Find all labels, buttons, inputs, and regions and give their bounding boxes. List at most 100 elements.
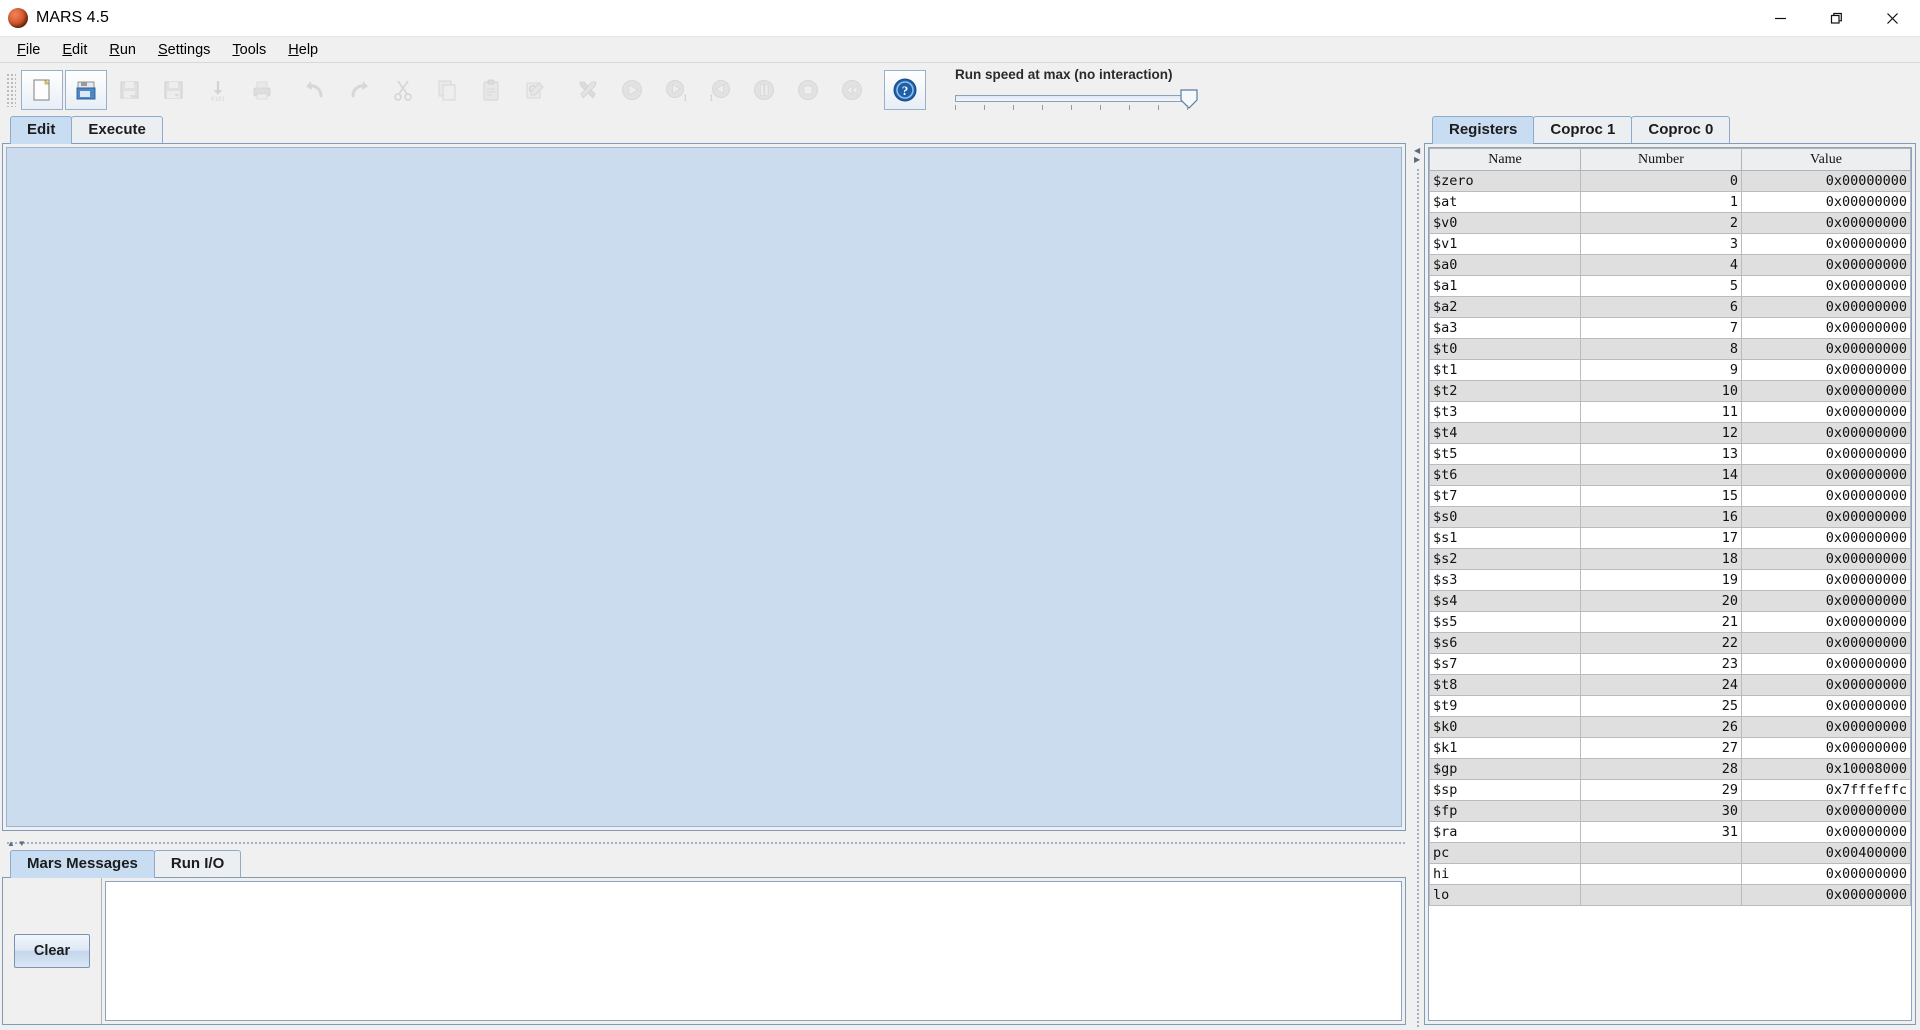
menu-tools[interactable]: Tools bbox=[221, 38, 277, 62]
print-button[interactable] bbox=[241, 70, 283, 110]
table-row[interactable]: $gp 28 0x10008000 bbox=[1429, 758, 1911, 780]
register-value-cell[interactable]: 0x00000000 bbox=[1741, 590, 1911, 612]
register-value-cell[interactable]: 0x00400000 bbox=[1741, 842, 1911, 864]
table-row[interactable]: $s1 17 0x00000000 bbox=[1429, 527, 1911, 549]
register-value-cell[interactable]: 0x00000000 bbox=[1741, 401, 1911, 423]
registers-scroll-area[interactable]: Name Number Value $zero 0 0x00000000 $at 1 0x… bbox=[1428, 147, 1912, 1021]
register-value-cell[interactable]: 0x00000000 bbox=[1741, 674, 1911, 696]
register-value-cell[interactable]: 0x00000000 bbox=[1741, 275, 1911, 297]
backstep-button[interactable]: 1 bbox=[699, 70, 741, 110]
clear-button[interactable]: Clear bbox=[14, 934, 90, 968]
menu-run[interactable]: Run bbox=[98, 38, 147, 62]
editor-text-area[interactable] bbox=[6, 147, 1402, 827]
maximize-button[interactable] bbox=[1808, 0, 1864, 36]
table-row[interactable]: $v1 3 0x00000000 bbox=[1429, 233, 1911, 255]
register-value-cell[interactable]: 0x00000000 bbox=[1741, 527, 1911, 549]
register-value-cell[interactable]: 0x00000000 bbox=[1741, 611, 1911, 633]
table-row[interactable]: $t7 15 0x00000000 bbox=[1429, 485, 1911, 507]
vertical-splitter-arrows[interactable]: ◀ ▶ bbox=[1414, 146, 1420, 164]
help-button[interactable]: ? bbox=[884, 69, 926, 110]
table-row[interactable]: $zero 0 0x00000000 bbox=[1429, 170, 1911, 192]
table-row[interactable]: $k1 27 0x00000000 bbox=[1429, 737, 1911, 759]
table-row[interactable]: $a1 5 0x00000000 bbox=[1429, 275, 1911, 297]
table-row[interactable]: $v0 2 0x00000000 bbox=[1429, 212, 1911, 234]
column-header-name[interactable]: Name bbox=[1429, 148, 1581, 171]
register-value-cell[interactable]: 0x00000000 bbox=[1741, 506, 1911, 528]
register-value-cell[interactable]: 0x00000000 bbox=[1741, 863, 1911, 885]
pause-button[interactable] bbox=[743, 70, 785, 110]
register-value-cell[interactable]: 0x00000000 bbox=[1741, 632, 1911, 654]
save-file-button[interactable] bbox=[109, 70, 151, 110]
register-value-cell[interactable]: 0x00000000 bbox=[1741, 422, 1911, 444]
cut-button[interactable] bbox=[382, 70, 424, 110]
dump-memory-button[interactable]: 0101 bbox=[197, 70, 239, 110]
table-row[interactable]: $at 1 0x00000000 bbox=[1429, 191, 1911, 213]
menu-file[interactable]: File bbox=[6, 38, 51, 62]
column-header-number[interactable]: Number bbox=[1580, 148, 1742, 171]
table-row[interactable]: $t8 24 0x00000000 bbox=[1429, 674, 1911, 696]
table-row[interactable]: $s0 16 0x00000000 bbox=[1429, 506, 1911, 528]
column-header-value[interactable]: Value bbox=[1741, 148, 1911, 171]
register-value-cell[interactable]: 0x00000000 bbox=[1741, 485, 1911, 507]
table-row[interactable]: $t5 13 0x00000000 bbox=[1429, 443, 1911, 465]
close-button[interactable] bbox=[1864, 0, 1920, 36]
paste-button[interactable] bbox=[470, 70, 512, 110]
menu-edit[interactable]: Edit bbox=[51, 38, 98, 62]
tab-run-io[interactable]: Run I/O bbox=[153, 850, 242, 878]
register-value-cell[interactable]: 0x7fffeffc bbox=[1741, 779, 1911, 801]
table-row[interactable]: hi 0x00000000 bbox=[1429, 863, 1911, 885]
tab-coproc-0[interactable]: Coproc 0 bbox=[1631, 116, 1731, 144]
tab-edit[interactable]: Edit bbox=[10, 116, 73, 144]
vertical-splitter[interactable]: ◀ ▶ bbox=[1413, 116, 1423, 1030]
tab-registers[interactable]: Registers bbox=[1432, 116, 1535, 144]
stop-button[interactable] bbox=[787, 70, 829, 110]
register-value-cell[interactable]: 0x00000000 bbox=[1741, 884, 1911, 906]
register-value-cell[interactable]: 0x00000000 bbox=[1741, 464, 1911, 486]
table-row[interactable]: $s3 19 0x00000000 bbox=[1429, 569, 1911, 591]
table-row[interactable]: $a0 4 0x00000000 bbox=[1429, 254, 1911, 276]
tab-mars-messages[interactable]: Mars Messages bbox=[10, 850, 155, 878]
table-row[interactable]: $s6 22 0x00000000 bbox=[1429, 632, 1911, 654]
new-file-button[interactable] bbox=[21, 69, 63, 110]
menu-settings[interactable]: Settings bbox=[147, 38, 221, 62]
copy-button[interactable] bbox=[426, 70, 468, 110]
messages-text-area[interactable] bbox=[105, 881, 1402, 1021]
table-row[interactable]: $a3 7 0x00000000 bbox=[1429, 317, 1911, 339]
splitter-collapse-arrows[interactable]: ▲▼ bbox=[7, 839, 29, 848]
table-row[interactable]: $t1 9 0x00000000 bbox=[1429, 359, 1911, 381]
table-row[interactable]: $ra 31 0x00000000 bbox=[1429, 821, 1911, 843]
table-row[interactable]: $s4 20 0x00000000 bbox=[1429, 590, 1911, 612]
register-value-cell[interactable]: 0x10008000 bbox=[1741, 758, 1911, 780]
table-row[interactable]: $t2 10 0x00000000 bbox=[1429, 380, 1911, 402]
table-row[interactable]: $sp 29 0x7fffeffc bbox=[1429, 779, 1911, 801]
undo-button[interactable] bbox=[294, 70, 336, 110]
table-row[interactable]: $t0 8 0x00000000 bbox=[1429, 338, 1911, 360]
step-button[interactable]: 1 bbox=[655, 70, 697, 110]
save-as-button[interactable] bbox=[153, 70, 195, 110]
menu-help[interactable]: Help bbox=[277, 38, 329, 62]
table-row[interactable]: $s2 18 0x00000000 bbox=[1429, 548, 1911, 570]
table-row[interactable]: $a2 6 0x00000000 bbox=[1429, 296, 1911, 318]
table-row[interactable]: $t6 14 0x00000000 bbox=[1429, 464, 1911, 486]
register-value-cell[interactable]: 0x00000000 bbox=[1741, 317, 1911, 339]
register-value-cell[interactable]: 0x00000000 bbox=[1741, 380, 1911, 402]
register-value-cell[interactable]: 0x00000000 bbox=[1741, 569, 1911, 591]
table-row[interactable]: $t9 25 0x00000000 bbox=[1429, 695, 1911, 717]
table-row[interactable]: $s5 21 0x00000000 bbox=[1429, 611, 1911, 633]
register-value-cell[interactable]: 0x00000000 bbox=[1741, 653, 1911, 675]
toolbar-drag-handle[interactable] bbox=[6, 72, 16, 107]
register-value-cell[interactable]: 0x00000000 bbox=[1741, 737, 1911, 759]
register-value-cell[interactable]: 0x00000000 bbox=[1741, 296, 1911, 318]
register-value-cell[interactable]: 0x00000000 bbox=[1741, 359, 1911, 381]
tab-coproc-1[interactable]: Coproc 1 bbox=[1533, 116, 1633, 144]
register-value-cell[interactable]: 0x00000000 bbox=[1741, 716, 1911, 738]
register-value-cell[interactable]: 0x00000000 bbox=[1741, 170, 1911, 192]
run-button[interactable] bbox=[611, 70, 653, 110]
register-value-cell[interactable]: 0x00000000 bbox=[1741, 338, 1911, 360]
register-value-cell[interactable]: 0x00000000 bbox=[1741, 254, 1911, 276]
table-row[interactable]: lo 0x00000000 bbox=[1429, 884, 1911, 906]
slider-track[interactable] bbox=[955, 94, 1189, 102]
table-row[interactable]: $t3 11 0x00000000 bbox=[1429, 401, 1911, 423]
register-value-cell[interactable]: 0x00000000 bbox=[1741, 548, 1911, 570]
register-value-cell[interactable]: 0x00000000 bbox=[1741, 695, 1911, 717]
